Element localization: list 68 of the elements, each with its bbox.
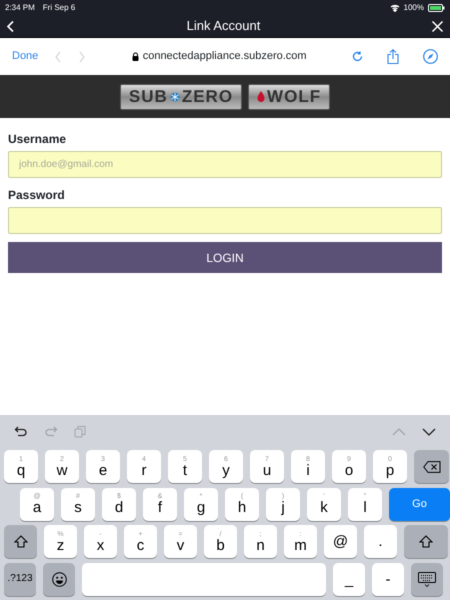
key-label: g bbox=[196, 500, 206, 515]
shift-key[interactable] bbox=[404, 525, 448, 558]
back-icon[interactable] bbox=[6, 20, 16, 32]
login-button[interactable]: LOGIN bbox=[8, 242, 442, 273]
url-text: connectedappliance.subzero.com bbox=[142, 49, 307, 64]
key-label: y bbox=[222, 462, 230, 478]
keyboard-icon bbox=[418, 572, 436, 586]
key-label: d bbox=[114, 500, 124, 515]
reload-icon[interactable] bbox=[352, 51, 363, 62]
compass-icon[interactable] bbox=[423, 49, 438, 64]
backspace-icon bbox=[422, 460, 440, 472]
shift-icon bbox=[14, 535, 28, 548]
key-label: j bbox=[281, 500, 285, 515]
flame-icon bbox=[257, 91, 266, 102]
close-icon[interactable] bbox=[431, 20, 444, 32]
wifi-icon bbox=[390, 4, 400, 12]
undo-icon[interactable] bbox=[14, 425, 28, 438]
key-label: k bbox=[320, 500, 328, 515]
key-label: c bbox=[136, 538, 144, 552]
input-field[interactable] bbox=[8, 207, 442, 234]
window-title: Link Account bbox=[186, 17, 260, 36]
key-label: b bbox=[216, 538, 225, 552]
key-label: u bbox=[262, 462, 272, 478]
done-button[interactable]: Done bbox=[12, 48, 38, 65]
key-label: t bbox=[182, 462, 188, 478]
smiley-icon bbox=[52, 572, 66, 586]
numbers-key[interactable]: .?123 bbox=[4, 562, 36, 596]
key-label: f bbox=[158, 500, 162, 515]
logo-text: WOLF bbox=[267, 86, 322, 108]
key[interactable]: . bbox=[364, 525, 397, 558]
shift-key[interactable] bbox=[4, 525, 37, 558]
key-label: w bbox=[56, 462, 68, 478]
key-label: x bbox=[96, 538, 104, 552]
share-icon[interactable] bbox=[387, 49, 399, 64]
field-label: Username bbox=[8, 131, 68, 148]
key[interactable]: @ bbox=[324, 525, 357, 558]
backspace-key[interactable] bbox=[414, 450, 449, 483]
key-label: z bbox=[56, 538, 64, 552]
input-field[interactable]: john.doe@gmail.com bbox=[8, 151, 442, 178]
date-text: Fri Sep 6 bbox=[42, 2, 76, 14]
emoji-key[interactable] bbox=[43, 562, 75, 596]
key[interactable]: _ bbox=[333, 562, 365, 596]
battery-icon bbox=[428, 4, 445, 12]
go-key[interactable]: Go bbox=[389, 488, 450, 520]
key-label: e bbox=[98, 462, 108, 478]
battery-percent: 100% bbox=[404, 2, 424, 14]
time-text: 2:34 PM bbox=[5, 2, 35, 14]
hide-keyboard-key[interactable] bbox=[411, 562, 443, 596]
lock-icon bbox=[132, 52, 139, 61]
logo-text: SUB bbox=[128, 86, 168, 108]
key-label: v bbox=[176, 538, 184, 552]
field-label: Password bbox=[8, 187, 66, 204]
key-label: p bbox=[386, 462, 394, 478]
key-label: q bbox=[16, 462, 26, 478]
key-label: m bbox=[294, 538, 307, 552]
key-label: n bbox=[256, 538, 265, 552]
key-label: a bbox=[32, 500, 42, 515]
key-label: l bbox=[363, 500, 367, 515]
key[interactable]: - bbox=[372, 562, 404, 596]
logo-text: ZERO bbox=[182, 86, 234, 108]
key-label: h bbox=[238, 500, 246, 515]
chevron-down-icon[interactable] bbox=[422, 428, 436, 436]
shift-icon bbox=[419, 535, 433, 548]
snowflake-icon bbox=[170, 92, 180, 102]
key-label: i bbox=[306, 462, 310, 478]
key-label: o bbox=[344, 462, 354, 478]
key-label: r bbox=[142, 462, 146, 478]
key-label: s bbox=[74, 500, 82, 515]
